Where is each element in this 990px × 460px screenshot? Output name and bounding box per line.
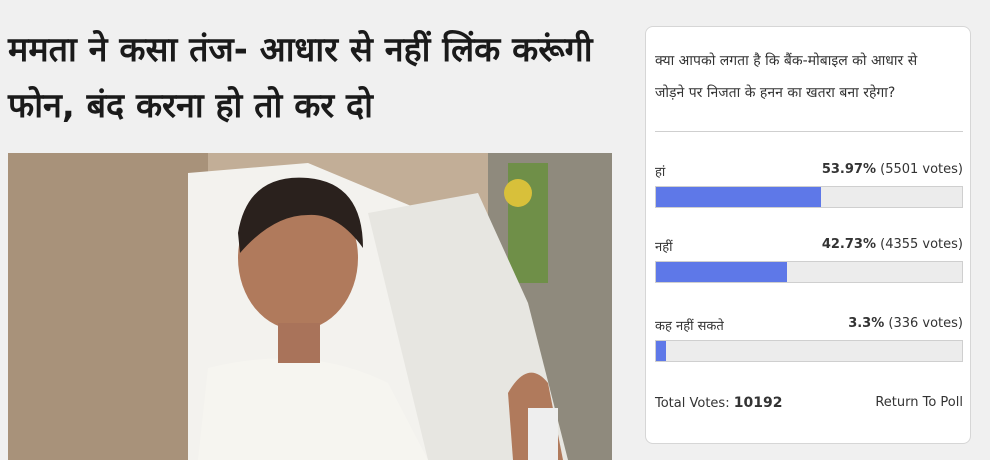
- poll-option-label: नहीं: [655, 240, 673, 255]
- poll-question-line-1: क्या आपको लगता है कि बैंक-मोबाइल को आधार…: [655, 53, 918, 69]
- poll-question-line-2: जोड़ने पर निजता के हनन का खतरा बना रहेगा…: [655, 85, 896, 101]
- total-votes-label: Total Votes:: [655, 396, 730, 411]
- total-votes-value: 10192: [733, 395, 783, 411]
- return-to-poll-link[interactable]: Return To Poll: [875, 395, 963, 410]
- poll-divider: [655, 131, 963, 132]
- poll-result-fill: [656, 341, 667, 361]
- poll-result-bar: [655, 261, 963, 283]
- headline-line-2: फोन, बंद करना हो तो कर दो: [8, 86, 373, 126]
- article-photo: [8, 153, 612, 460]
- poll-option-votes: (5501 votes): [880, 162, 963, 177]
- poll-footer: Total Votes: 10192 Return To Poll: [655, 395, 963, 411]
- poll-option-label: हां: [655, 165, 666, 180]
- poll-result-bar: [655, 340, 963, 362]
- poll-option-votes: (4355 votes): [880, 237, 963, 252]
- poll-option-percent: 42.73%: [821, 237, 876, 252]
- poll-option-stat: 53.97% (5501 votes): [822, 162, 963, 177]
- poll-question: क्या आपको लगता है कि बैंक-मोबाइल को आधार…: [655, 45, 967, 109]
- article-headline: ममता ने कसा तंज- आधार से नहीं लिंक करूंग…: [8, 22, 628, 134]
- poll-result-bar: [655, 186, 963, 208]
- poll-option-stat: 42.73% (4355 votes): [822, 237, 963, 252]
- poll-widget: क्या आपको लगता है कि बैंक-मोबाइल को आधार…: [645, 26, 971, 444]
- poll-option-percent: 53.97%: [821, 162, 876, 177]
- poll-option-votes: (336 votes): [888, 316, 963, 331]
- poll-option-label: कह नहीं सकते: [655, 319, 724, 334]
- poll-option-stat: 3.3% (336 votes): [848, 316, 963, 331]
- poll-result-fill: [656, 262, 787, 282]
- poll-result-fill: [656, 187, 822, 207]
- headline-line-1: ममता ने कसा तंज- आधार से नहीं लिंक करूंग…: [8, 30, 593, 70]
- poll-option-percent: 3.3%: [848, 316, 885, 331]
